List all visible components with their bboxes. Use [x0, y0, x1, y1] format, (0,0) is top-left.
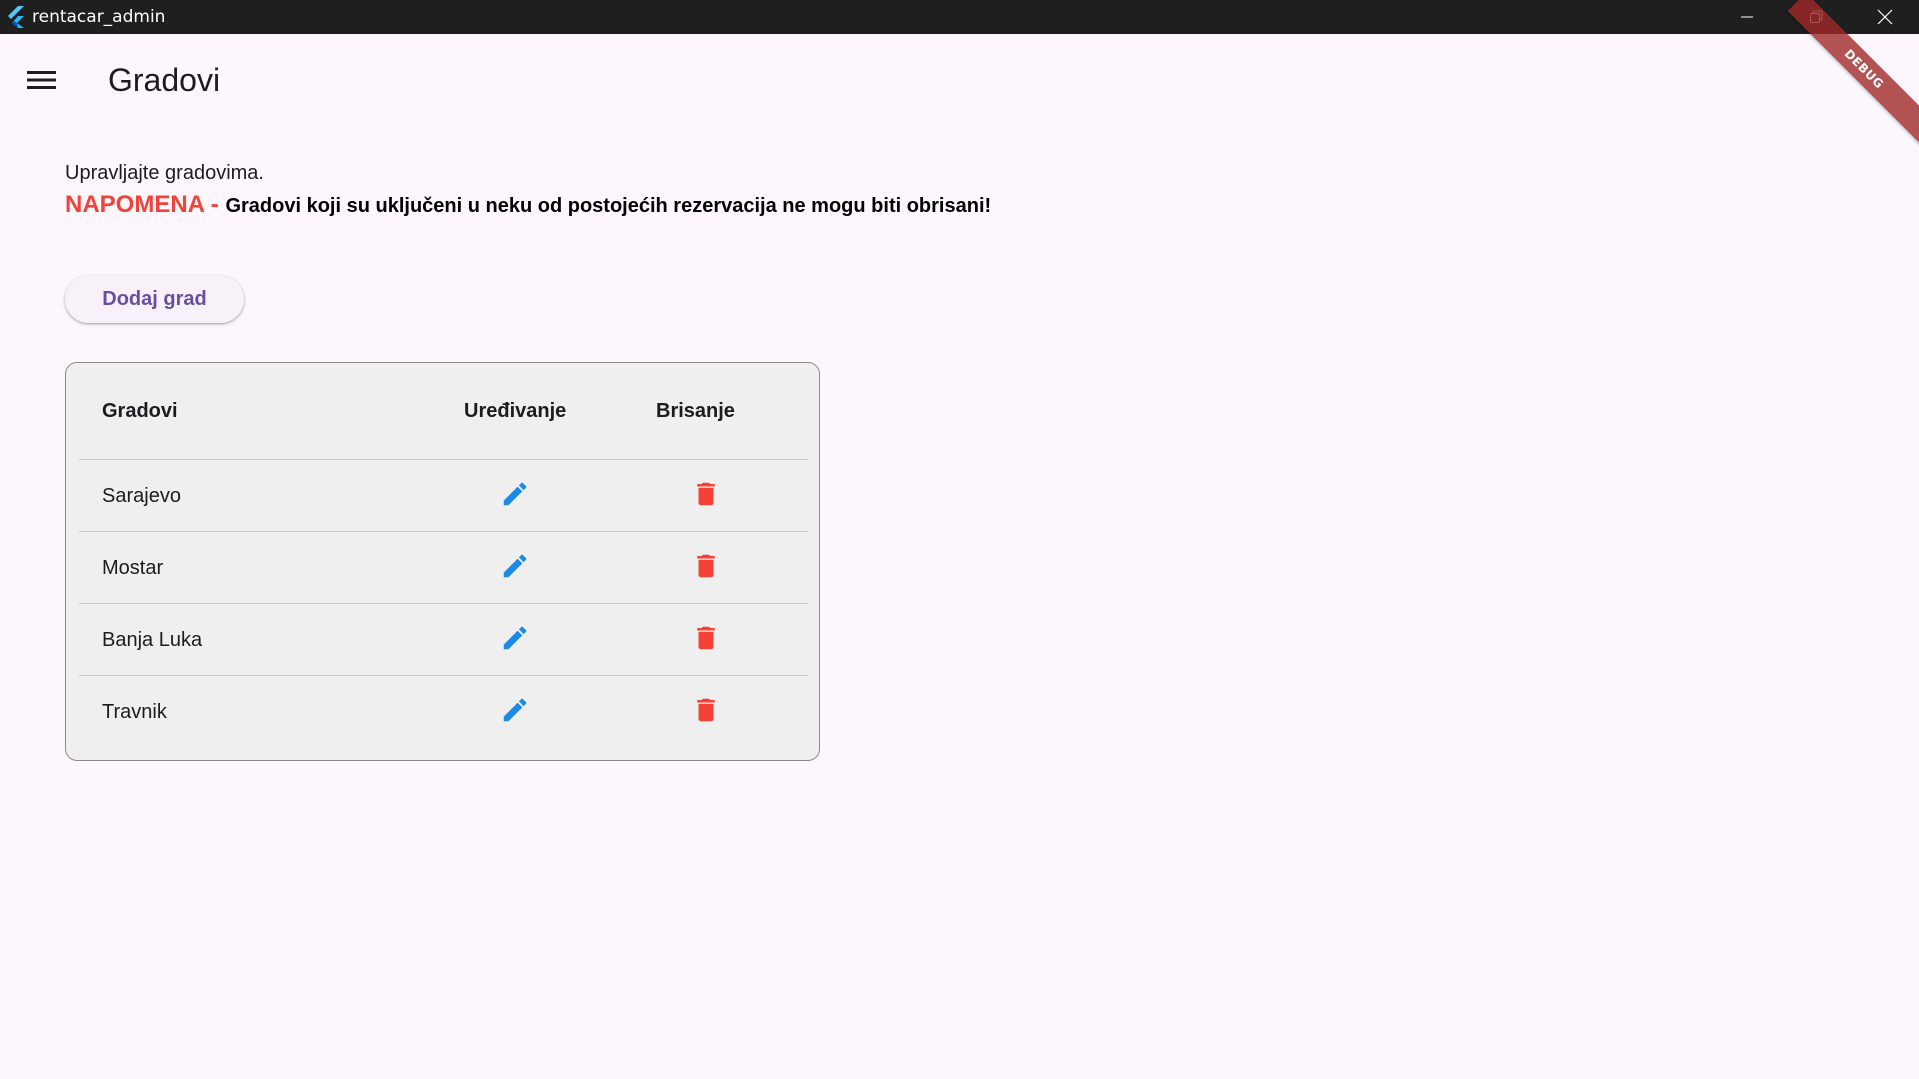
table-header: Gradovi Uređivanje Brisanje	[79, 363, 808, 460]
trash-icon	[697, 626, 715, 650]
window-titlebar: rentacar_admin	[0, 0, 1919, 34]
menu-icon	[27, 71, 56, 89]
menu-button[interactable]	[18, 56, 66, 104]
city-name: Mostar	[102, 556, 164, 579]
table-row: Banja Luka	[79, 604, 808, 676]
note-text: NAPOMENA - Gradovi koji su uključeni u n…	[65, 191, 991, 219]
edit-button[interactable]	[497, 548, 533, 584]
edit-icon	[503, 626, 527, 650]
flutter-logo-icon	[2, 0, 30, 34]
table-row: Mostar	[79, 532, 808, 604]
table-row: Sarajevo	[79, 460, 808, 532]
close-icon	[1877, 9, 1892, 25]
delete-button[interactable]	[688, 620, 724, 656]
note-label: NAPOMENA -	[65, 191, 226, 218]
column-header-delete: Brisanje	[656, 400, 735, 422]
table-row: Travnik	[79, 676, 808, 748]
page-title: Gradovi	[108, 62, 221, 98]
intro-text: Upravljajte gradovima.	[65, 162, 264, 184]
column-header-cities: Gradovi	[102, 400, 178, 422]
minimize-icon	[1740, 16, 1753, 18]
window-title: rentacar_admin	[32, 7, 166, 27]
close-button[interactable]	[1850, 0, 1919, 34]
edit-icon	[503, 698, 527, 722]
minimize-button[interactable]	[1712, 0, 1781, 34]
delete-button[interactable]	[688, 548, 724, 584]
trash-icon	[697, 698, 715, 722]
edit-icon	[503, 482, 527, 506]
edit-button[interactable]	[497, 476, 533, 512]
cities-table: Gradovi Uređivanje Brisanje Sarajevo Mos…	[65, 362, 820, 761]
edit-icon	[503, 554, 527, 578]
edit-button[interactable]	[497, 692, 533, 728]
delete-button[interactable]	[688, 476, 724, 512]
add-city-button[interactable]: Dodaj grad	[65, 276, 244, 323]
app-bar: Gradovi	[0, 34, 1919, 120]
trash-icon	[697, 482, 715, 506]
city-name: Travnik	[102, 700, 167, 723]
trash-icon	[697, 554, 715, 578]
edit-button[interactable]	[497, 620, 533, 656]
note-message: Gradovi koji su uključeni u neku od post…	[225, 195, 992, 217]
city-name: Banja Luka	[102, 628, 203, 651]
city-name: Sarajevo	[102, 484, 181, 507]
delete-button[interactable]	[688, 692, 724, 728]
column-header-edit: Uređivanje	[464, 400, 567, 422]
